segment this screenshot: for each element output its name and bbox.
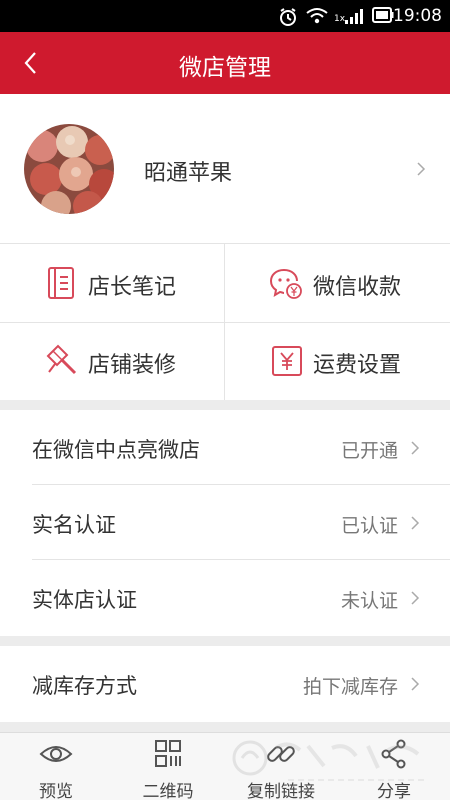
settings-list: 在微信中点亮微店 已开通 实名认证 已认证 实体店认证 未认证 [0, 410, 450, 636]
grid-item-shop-notes[interactable]: 店长笔记 [0, 244, 225, 322]
notebook-icon [48, 267, 74, 299]
app-header: 微店管理 [0, 32, 450, 94]
battery-icon [372, 7, 394, 23]
grid-item-label: 运费设置 [313, 353, 402, 378]
grid-item-label: 店铺装修 [88, 353, 177, 378]
share-icon [381, 739, 406, 769]
chevron-right-icon [411, 516, 420, 530]
list-item-status: 已认证 [340, 515, 398, 537]
tab-qr-code[interactable]: 二维码 [112, 733, 224, 800]
bottom-toolbar: 预览 二维码 复制链接 分享 [0, 732, 450, 800]
list-item-inventory-method[interactable]: 减库存方式 拍下减库存 [0, 646, 450, 721]
tab-label: 复制链接 [247, 782, 315, 800]
list-item-wechat-light-up[interactable]: 在微信中点亮微店 已开通 [0, 410, 450, 485]
list-item-value: 拍下减库存 [302, 676, 398, 698]
grid-item-wechat-payment[interactable]: 微信收款 [225, 244, 450, 322]
list-item-status: 已开通 [340, 440, 398, 462]
list-item-store-verification[interactable]: 实体店认证 未认证 [0, 560, 450, 635]
list-item-label: 减库存方式 [32, 674, 137, 698]
status-bar: 1x 19:08 [0, 0, 450, 32]
eye-icon [39, 746, 73, 762]
yuan-icon [272, 346, 302, 376]
status-time: 19:08 [393, 6, 442, 26]
paint-roller-icon [46, 344, 77, 375]
tab-copy-link[interactable]: 复制链接 [225, 733, 337, 800]
grid-item-shop-decoration[interactable]: 店铺装修 [0, 322, 225, 400]
shop-profile-row[interactable]: 昭通苹果 [0, 94, 450, 244]
tab-label: 分享 [377, 782, 411, 800]
chevron-right-icon [411, 677, 420, 691]
grid-item-label: 店长笔记 [88, 275, 177, 300]
shop-name: 昭通苹果 [144, 161, 233, 186]
wifi-icon [306, 8, 328, 24]
tab-share[interactable]: 分享 [338, 733, 450, 800]
wechat-payment-icon [269, 269, 302, 299]
signal-icon [345, 9, 363, 24]
grid-item-label: 微信收款 [313, 275, 402, 300]
tab-label: 预览 [39, 782, 73, 800]
page-title: 微店管理 [179, 55, 271, 81]
tab-preview[interactable]: 预览 [0, 733, 112, 800]
list-item-label: 实体店认证 [32, 588, 137, 612]
link-icon [267, 746, 295, 762]
list-item-label: 在微信中点亮微店 [32, 438, 200, 462]
inventory-list: 减库存方式 拍下减库存 [0, 646, 450, 722]
grid-item-shipping-settings[interactable]: 运费设置 [225, 322, 450, 400]
feature-grid: 店长笔记 微信收款 店铺装修 运费设置 [0, 244, 450, 400]
qr-code-icon [155, 740, 181, 767]
list-item-label: 实名认证 [32, 513, 116, 537]
shop-avatar [24, 124, 114, 214]
chevron-right-icon [411, 591, 420, 605]
list-item-real-name-verification[interactable]: 实名认证 已认证 [0, 485, 450, 560]
tab-label: 二维码 [142, 782, 194, 800]
list-item-status: 未认证 [340, 590, 398, 612]
chevron-right-icon [417, 162, 426, 176]
alarm-icon [280, 8, 296, 26]
chevron-right-icon [411, 441, 420, 455]
